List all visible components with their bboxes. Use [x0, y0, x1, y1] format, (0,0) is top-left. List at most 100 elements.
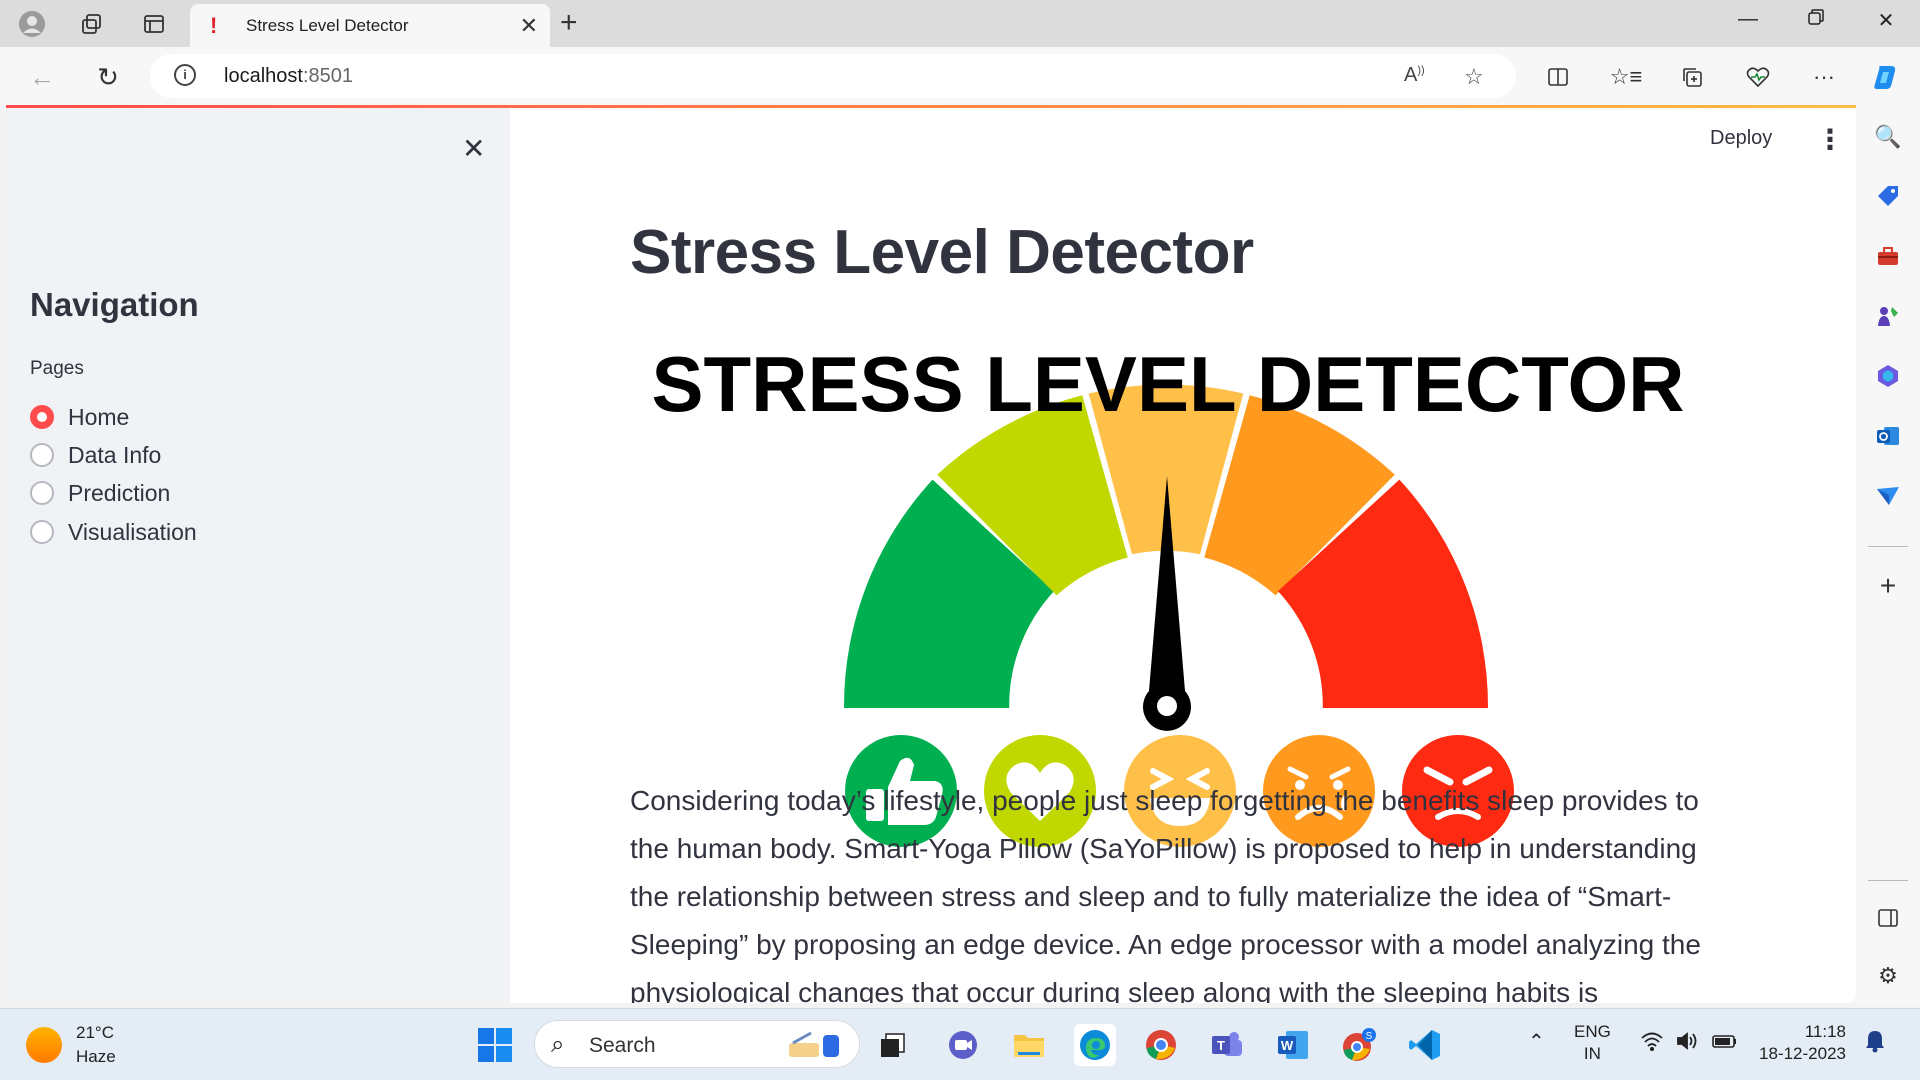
chrome-profile-icon[interactable]: S	[1338, 1024, 1380, 1066]
favorite-star-icon[interactable]: ☆	[1464, 64, 1484, 90]
copilot-icon[interactable]	[1868, 59, 1904, 95]
settings-gear-icon[interactable]: ⚙	[1872, 960, 1904, 992]
search-icon: ⌕	[551, 1031, 565, 1058]
taskbar-search[interactable]: ⌕ Search	[534, 1020, 860, 1068]
radio-unselected-icon[interactable]	[30, 443, 54, 467]
radio-prediction[interactable]: Prediction	[30, 477, 170, 509]
radio-unselected-icon[interactable]	[30, 481, 54, 505]
word-icon[interactable]: W	[1272, 1024, 1314, 1066]
start-icon[interactable]	[474, 1024, 516, 1066]
show-hidden-icons[interactable]: ⌃	[1528, 1031, 1545, 1053]
active-tab[interactable]: ! Stress Level Detector ✕	[190, 4, 550, 47]
paragraph-line: the relationship between stress and slee…	[630, 881, 1672, 912]
radio-label: Visualisation	[68, 518, 197, 545]
tab-title: Stress Level Detector	[246, 16, 409, 35]
notification-bell-icon[interactable]	[1864, 1029, 1886, 1057]
address-bar[interactable]: i localhost:8501 A)) ☆	[150, 54, 1516, 98]
radio-visualisation[interactable]: Visualisation	[30, 516, 197, 548]
paragraph-line: Sleeping” by proposing an edge device. A…	[630, 929, 1701, 960]
sidebar-divider-bottom	[1868, 880, 1908, 881]
language-indicator[interactable]: ENG IN	[1574, 1021, 1611, 1065]
more-options-icon[interactable]: ···	[1806, 59, 1842, 95]
clock[interactable]: 11:18 18-12-2023	[1756, 1021, 1846, 1065]
intro-paragraph: Considering today’s lifestyle, people ju…	[630, 777, 1738, 1003]
microsoft-365-icon[interactable]	[1872, 360, 1904, 392]
region: IN	[1583, 1044, 1601, 1063]
haze-weather-icon	[26, 1027, 62, 1063]
radio-label: Prediction	[68, 479, 171, 506]
svg-text:T: T	[1217, 1038, 1225, 1053]
file-explorer-icon[interactable]	[1008, 1024, 1050, 1066]
favorites-icon[interactable]: ☆≡	[1608, 59, 1644, 95]
minimize-icon[interactable]: —	[1728, 8, 1768, 31]
temperature: 21°C	[76, 1023, 114, 1042]
search-placeholder: Search	[589, 1034, 656, 1057]
streamlit-favicon-icon: !	[210, 13, 218, 38]
wifi-icon[interactable]	[1640, 1031, 1664, 1056]
svg-text:W: W	[1281, 1038, 1294, 1053]
url-text[interactable]: localhost:8501	[224, 65, 353, 88]
restore-icon[interactable]	[1796, 8, 1836, 32]
page-title: Stress Level Detector	[630, 218, 1254, 287]
battery-icon[interactable]	[1712, 1031, 1738, 1057]
weather-widget[interactable]: 21°C Haze	[26, 1021, 116, 1069]
browser-tab-bar: ! Stress Level Detector ✕ + — ✕	[0, 0, 1920, 47]
streamlit-app: ✕ Navigation Pages Home Data Info Predic…	[6, 105, 1856, 1003]
address-toolbar: ← ↻ i localhost:8501 A)) ☆ ☆≡ ···	[0, 47, 1920, 105]
language: ENG	[1574, 1022, 1611, 1041]
main-menu-icon[interactable]: ⋮	[1816, 123, 1844, 156]
radio-home[interactable]: Home	[30, 401, 129, 433]
paragraph-line: physiological changes that occur during …	[630, 977, 1599, 1003]
svg-text:S: S	[1366, 1031, 1373, 1042]
search-icon[interactable]: 🔍	[1872, 121, 1904, 153]
radio-unselected-icon[interactable]	[30, 520, 54, 544]
deploy-button[interactable]: Deploy	[1710, 127, 1772, 150]
read-aloud-icon[interactable]: A))	[1404, 64, 1425, 87]
new-tab-icon[interactable]: +	[560, 6, 578, 40]
paragraph-line: the human body. Smart-Yoga Pillow (SaYoP…	[630, 833, 1697, 864]
sidebar-divider	[1868, 546, 1908, 547]
close-window-icon[interactable]: ✕	[1866, 8, 1906, 33]
hide-sidebar-icon[interactable]	[1872, 902, 1904, 934]
close-sidebar-icon[interactable]: ✕	[462, 132, 485, 165]
radio-data-info[interactable]: Data Info	[30, 439, 161, 471]
search-highlight-icon	[783, 1029, 843, 1066]
chrome-icon[interactable]	[1140, 1024, 1182, 1066]
windows-taskbar: 21°C Haze ⌕ Search T W S ⌃ ENG IN 11:18 …	[0, 1008, 1920, 1080]
split-screen-icon[interactable]	[1540, 59, 1576, 95]
paragraph-line: Considering today’s lifestyle, people ju…	[630, 785, 1699, 816]
tools-icon[interactable]	[1872, 240, 1904, 272]
edge-browser-icon[interactable]	[1074, 1024, 1116, 1066]
edge-sidebar: 🔍 + ⚙	[1856, 105, 1920, 1005]
shopping-tag-icon[interactable]	[1872, 180, 1904, 212]
tab-actions-icon[interactable]	[138, 8, 170, 40]
profile-icon[interactable]	[16, 8, 48, 40]
vscode-icon[interactable]	[1404, 1024, 1446, 1066]
radio-selected-icon[interactable]	[30, 405, 54, 429]
radio-label: Home	[68, 403, 130, 430]
close-tab-icon[interactable]: ✕	[520, 13, 538, 39]
drop-icon[interactable]	[1872, 480, 1904, 512]
volume-icon[interactable]	[1676, 1031, 1700, 1057]
time: 11:18	[1804, 1022, 1846, 1041]
browser-essentials-icon[interactable]	[1740, 59, 1776, 95]
games-icon[interactable]	[1872, 300, 1904, 332]
pages-label: Pages	[30, 358, 84, 379]
collections-icon[interactable]	[1674, 59, 1710, 95]
refresh-icon[interactable]: ↻	[90, 59, 126, 95]
teams-chat-icon[interactable]	[942, 1024, 984, 1066]
outlook-icon[interactable]	[1872, 420, 1904, 452]
banner-title: STRESS LEVEL DETECTOR	[652, 340, 1685, 428]
app-sidebar: ✕ Navigation Pages Home Data Info Predic…	[6, 108, 510, 1003]
weather-condition: Haze	[76, 1047, 116, 1066]
date: 18-12-2023	[1759, 1044, 1846, 1063]
add-icon[interactable]: +	[1872, 570, 1904, 602]
site-info-icon[interactable]: i	[174, 64, 196, 86]
sidebar-heading: Navigation	[30, 286, 199, 323]
radio-label: Data Info	[68, 441, 162, 468]
url-host: localhost	[224, 65, 303, 87]
task-view-icon[interactable]	[872, 1024, 914, 1066]
teams-icon[interactable]: T	[1206, 1024, 1248, 1066]
back-icon[interactable]: ←	[24, 59, 60, 95]
workspaces-icon[interactable]	[76, 8, 108, 40]
